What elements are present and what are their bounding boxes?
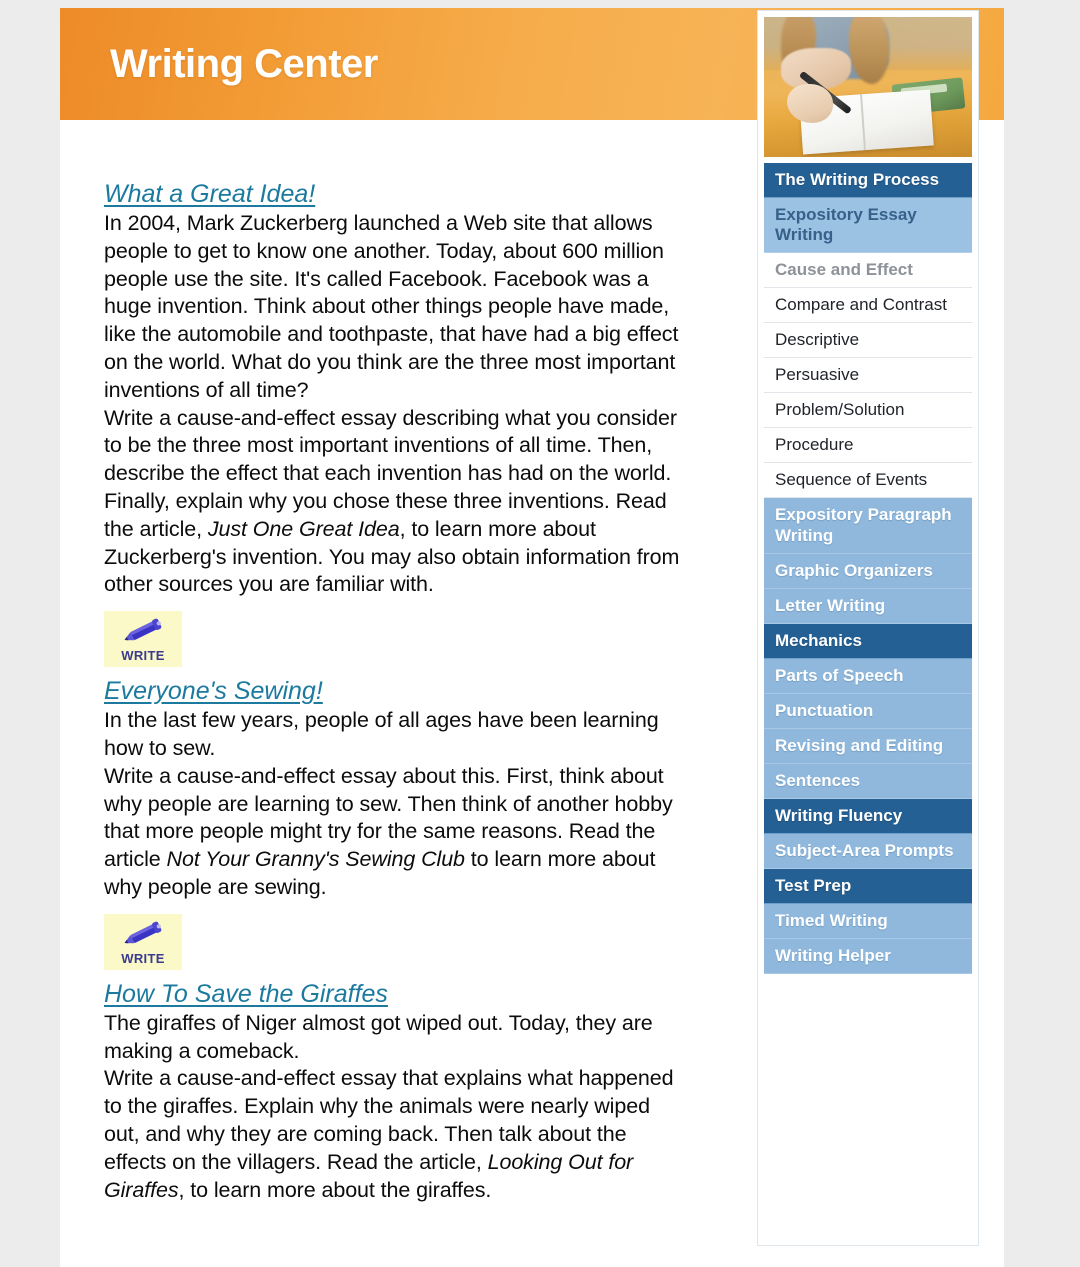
sidebar-item-persuasive[interactable]: Persuasive [764,358,972,394]
entry-title-link[interactable]: Everyone's Sewing! [104,677,323,706]
sidebar-item-sentences[interactable]: Sentences [764,763,972,799]
sidebar-item-expository-paragraph-writing[interactable]: Expository Paragraph Writing [764,498,972,554]
sidebar-item-writing-fluency[interactable]: Writing Fluency [764,798,972,834]
entry-body: The giraffes of Niger almost got wiped o… [104,1010,689,1205]
prompt-entry: How To Save the Giraffes The giraffes of… [104,980,689,1205]
entry-title-link[interactable]: How To Save the Giraffes [104,980,388,1009]
page-title: Writing Center [110,42,378,86]
sidebar-item-the-writing-process[interactable]: The Writing Process [764,163,972,199]
sidebar-item-revising-and-editing[interactable]: Revising and Editing [764,728,972,764]
main-content: What a Great Idea! In 2004, Mark Zuckerb… [104,180,689,1206]
sidebar-item-graphic-organizers[interactable]: Graphic Organizers [764,553,972,589]
sidebar-item-letter-writing[interactable]: Letter Writing [764,588,972,624]
sidebar-item-cause-and-effect[interactable]: Cause and Effect [764,253,972,289]
entry-intro-paragraph: In the last few years, people of all age… [104,708,659,760]
sidebar-nav-filler [764,974,972,1063]
sidebar-hero-photo [764,17,972,157]
entry-prompt-paragraph: Write a cause-and-effect essay about thi… [104,763,689,902]
sidebar-item-expository-essay-writing[interactable]: Expository Essay Writing [764,198,972,254]
pencil-icon [124,921,162,944]
sidebar-item-timed-writing[interactable]: Timed Writing [764,904,972,940]
sidebar-item-punctuation[interactable]: Punctuation [764,693,972,729]
sidebar-item-descriptive[interactable]: Descriptive [764,323,972,359]
sidebar-item-mechanics[interactable]: Mechanics [764,623,972,659]
write-button[interactable]: WRITE [104,913,182,970]
article-title: Not Your Granny's Sewing Club [166,847,465,872]
write-button[interactable]: WRITE [104,611,182,668]
sidebar-item-subject-area-prompts[interactable]: Subject-Area Prompts [764,833,972,869]
entry-body: In the last few years, people of all age… [104,707,689,902]
prompt-entry: What a Great Idea! In 2004, Mark Zuckerb… [104,180,689,668]
entry-body: In 2004, Mark Zuckerberg launched a Web … [104,210,689,599]
write-button-label: WRITE [121,648,165,664]
entry-title-link[interactable]: What a Great Idea! [104,180,315,209]
prompt-entry: Everyone's Sewing! In the last few years… [104,677,689,970]
page-root: Writing Center What a Great Idea! In 200… [0,0,1080,1267]
entry-intro-paragraph: In 2004, Mark Zuckerberg launched a Web … [104,211,679,402]
article-title: Just One Great Idea [207,516,400,541]
sidebar-item-problem-solution[interactable]: Problem/Solution [764,393,972,429]
sidebar: The Writing Process Expository Essay Wri… [757,10,979,1246]
sidebar-item-sequence-of-events[interactable]: Sequence of Events [764,463,972,499]
sidebar-item-writing-helper[interactable]: Writing Helper [764,939,972,975]
sidebar-item-test-prep[interactable]: Test Prep [764,868,972,905]
entry-prompt-paragraph: Write a cause-and-effect essay describin… [104,405,689,600]
sidebar-nav: The Writing Process Expository Essay Wri… [764,163,972,1063]
pencil-icon [124,618,162,641]
sidebar-item-compare-and-contrast[interactable]: Compare and Contrast [764,288,972,324]
entry-intro-paragraph: The giraffes of Niger almost got wiped o… [104,1010,653,1063]
sidebar-item-procedure[interactable]: Procedure [764,428,972,464]
entry-prompt-paragraph: Write a cause-and-effect essay that expl… [104,1065,689,1204]
write-button-label: WRITE [121,950,165,966]
sidebar-item-parts-of-speech[interactable]: Parts of Speech [764,658,972,694]
prompt-text-after-article: , to learn more about the giraffes. [178,1177,492,1202]
